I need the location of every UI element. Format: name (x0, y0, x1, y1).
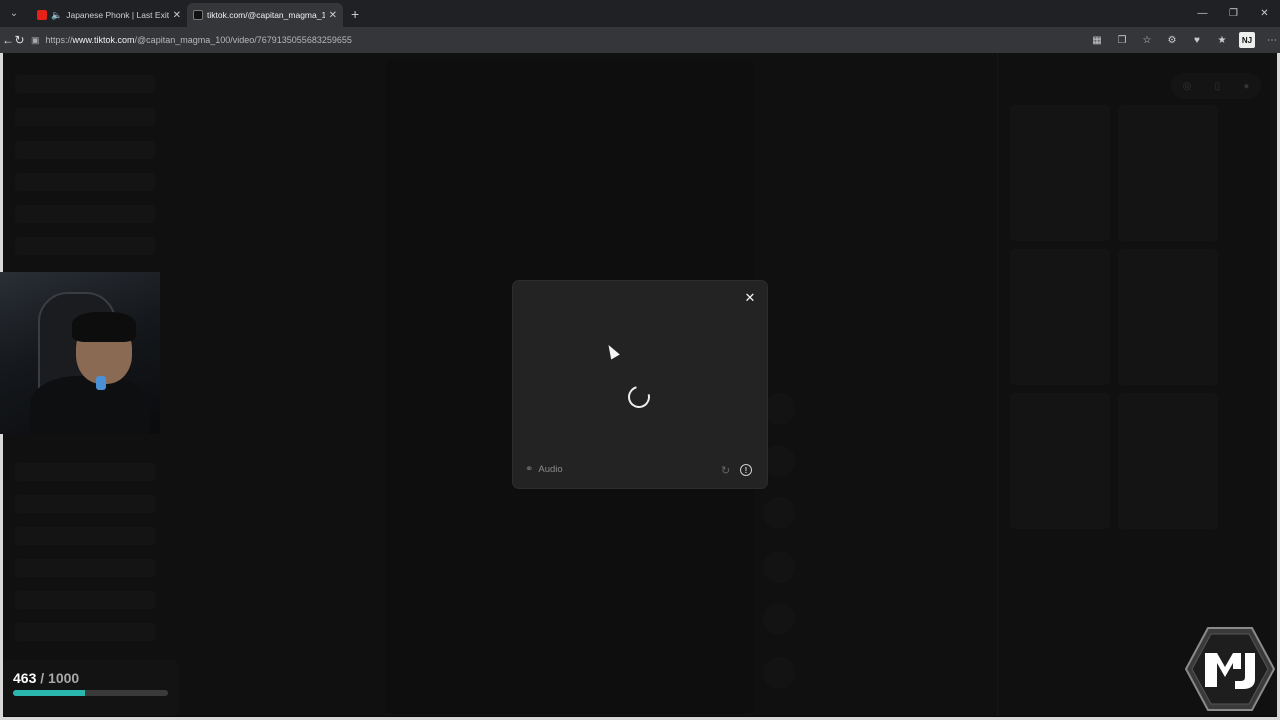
sidebar-skeleton (15, 141, 155, 159)
tab-title: Japanese Phonk | Last Exit Ho (66, 10, 169, 20)
sidebar-skeleton (15, 75, 155, 93)
compass-icon[interactable]: ◎ (1183, 81, 1192, 92)
sidebar-skeleton (15, 108, 155, 126)
action-skeleton (763, 603, 795, 635)
tab-tiktok[interactable]: tiktok.com/@capitan_magma_100 ✕ (187, 3, 343, 27)
streamer-hair (72, 312, 136, 342)
reload-button[interactable]: ↻ (14, 29, 25, 51)
audio-button[interactable]: ⚭ Audio (525, 464, 563, 475)
youtube-icon (37, 10, 47, 20)
restore-button[interactable]: ❐ (1218, 0, 1249, 27)
mj-logo-icon (1184, 627, 1276, 711)
tab-search-icon[interactable]: ⌄ (3, 4, 25, 24)
audio-label: Audio (538, 464, 563, 475)
sidebar-skeleton (15, 559, 155, 577)
sidebar-skeleton (15, 591, 155, 609)
more-menu-icon[interactable]: ⋯ (1264, 32, 1280, 48)
action-skeleton (763, 657, 795, 689)
refresh-icon[interactable]: ↻ (721, 464, 730, 477)
thumbnail-skeleton (1118, 105, 1218, 241)
url-prefix: https:// (45, 35, 73, 45)
counter-progress-bar (13, 690, 168, 696)
action-skeleton (763, 393, 795, 425)
counter-current: 463 (13, 670, 37, 686)
extensions-icon[interactable]: ⚙ (1164, 32, 1180, 48)
sidebar-skeleton (15, 237, 155, 255)
sidebar-skeleton (15, 495, 155, 513)
browser-tabstrip: ⌄ 🔈 Japanese Phonk | Last Exit Ho ✕ tikt… (0, 0, 1280, 27)
sidebar-skeleton (15, 463, 155, 481)
top-right-icons: ◎ ▯ ● (1171, 73, 1261, 99)
close-tab-icon[interactable]: ✕ (173, 10, 181, 21)
webcam-overlay (0, 272, 160, 434)
counter-text: 463 / 1000 (13, 670, 79, 686)
counter-progress-fill (13, 690, 85, 696)
favorites-icon[interactable]: ★ (1214, 32, 1230, 48)
profile-avatar-icon[interactable]: NJ (1239, 32, 1255, 48)
translate-icon[interactable]: ❐ (1114, 32, 1130, 48)
phone-icon[interactable]: ▯ (1215, 81, 1221, 92)
new-tab-button[interactable]: + (351, 6, 359, 22)
counter-separator: / (40, 670, 45, 686)
thumbnail-skeleton (1010, 249, 1110, 385)
divider (997, 53, 998, 716)
tab-title: tiktok.com/@capitan_magma_100 (207, 10, 325, 20)
thumbnail-skeleton (1010, 393, 1110, 529)
close-tab-icon[interactable]: ✕ (329, 10, 337, 21)
info-icon[interactable]: ! (740, 464, 752, 476)
favorite-star-icon[interactable]: ☆ (1139, 32, 1155, 48)
address-bar: ← ↻ ▣ https://www.tiktok.com/@capitan_ma… (0, 27, 1280, 53)
action-skeleton (763, 445, 795, 477)
counter-total: 1000 (48, 670, 80, 686)
thumbnail-skeleton (1010, 105, 1110, 241)
verification-modal: ✕ ⚭ Audio ↻ ! (513, 281, 767, 488)
url-path: /@capitan_magma_100/video/76791350556832… (134, 35, 352, 45)
minimize-button[interactable]: — (1187, 0, 1218, 27)
app-icon[interactable]: ▦ (1089, 32, 1105, 48)
speaker-icon[interactable]: 🔈 (51, 10, 62, 21)
microphone (96, 376, 106, 390)
streamer-body (30, 376, 150, 434)
thumbnail-skeleton (1118, 249, 1218, 385)
loading-spinner-icon (623, 381, 655, 413)
close-window-button[interactable]: ✕ (1249, 0, 1280, 27)
url-field[interactable]: ▣ https://www.tiktok.com/@capitan_magma_… (31, 30, 1071, 50)
back-button[interactable]: ← (2, 29, 14, 51)
tiktok-icon (193, 10, 203, 20)
sidebar-skeleton (15, 205, 155, 223)
headphones-icon: ⚭ (525, 464, 534, 475)
close-icon[interactable]: ✕ (742, 290, 758, 306)
thumbnail-skeleton (1118, 393, 1218, 529)
avatar[interactable]: ● (1243, 81, 1249, 92)
url-domain: www.tiktok.com (72, 35, 135, 45)
progress-counter: 463 / 1000 (3, 660, 178, 716)
action-skeleton (763, 497, 795, 529)
action-skeleton (763, 551, 795, 583)
sidebar-skeleton (15, 623, 155, 641)
site-info-icon[interactable]: ▣ (31, 35, 40, 46)
performance-icon[interactable]: ♥ (1189, 32, 1205, 48)
sidebar-skeleton (15, 527, 155, 545)
sidebar-skeleton (15, 173, 155, 191)
tab-youtube[interactable]: 🔈 Japanese Phonk | Last Exit Ho ✕ (31, 3, 187, 27)
